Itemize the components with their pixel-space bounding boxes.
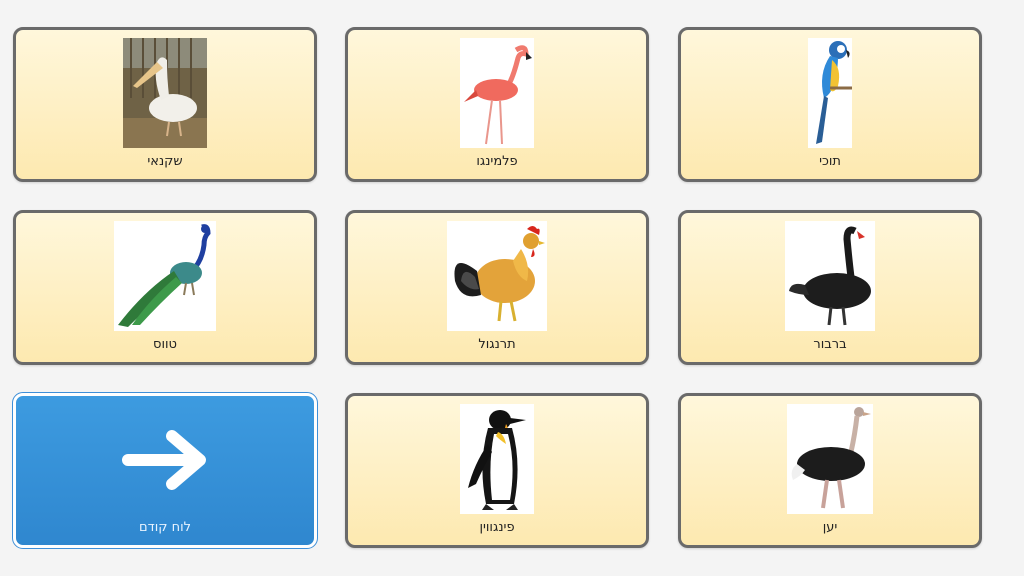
tile-swan[interactable]: ברבור (678, 210, 982, 365)
previous-board-label: לוח קודם (138, 520, 192, 535)
ostrich-icon (787, 404, 873, 514)
black-swan-icon (785, 221, 875, 331)
communication-board: שקנאי פלמינגו תוכי טווס תרנגול ברבור לוח… (0, 0, 1024, 576)
tile-label: טווס (153, 337, 177, 352)
tile-label: פלמינגו (476, 154, 518, 169)
tile-pelican[interactable]: שקנאי (13, 27, 317, 182)
tile-label: ברבור (813, 337, 847, 352)
tile-label: תרנגול (478, 337, 516, 352)
tile-label: פינגווין (479, 520, 515, 535)
tile-flamingo[interactable]: פלמינגו (345, 27, 649, 182)
tile-label: יען (822, 520, 838, 535)
previous-board-button[interactable]: לוח קודם (12, 392, 318, 549)
tile-peacock[interactable]: טווס (13, 210, 317, 365)
tile-label: שקנאי (147, 154, 183, 169)
tile-rooster[interactable]: תרנגול (345, 210, 649, 365)
tile-parrot[interactable]: תוכי (678, 27, 982, 182)
pelican-icon (123, 38, 207, 148)
arrow-right-icon (122, 428, 208, 496)
tile-penguin[interactable]: פינגווין (345, 393, 649, 548)
flamingo-icon (460, 38, 534, 148)
tile-ostrich[interactable]: יען (678, 393, 982, 548)
peacock-icon (114, 221, 216, 331)
parrot-icon (808, 38, 852, 148)
tile-label: תוכי (819, 154, 841, 169)
penguin-icon (460, 404, 534, 514)
rooster-icon (447, 221, 547, 331)
